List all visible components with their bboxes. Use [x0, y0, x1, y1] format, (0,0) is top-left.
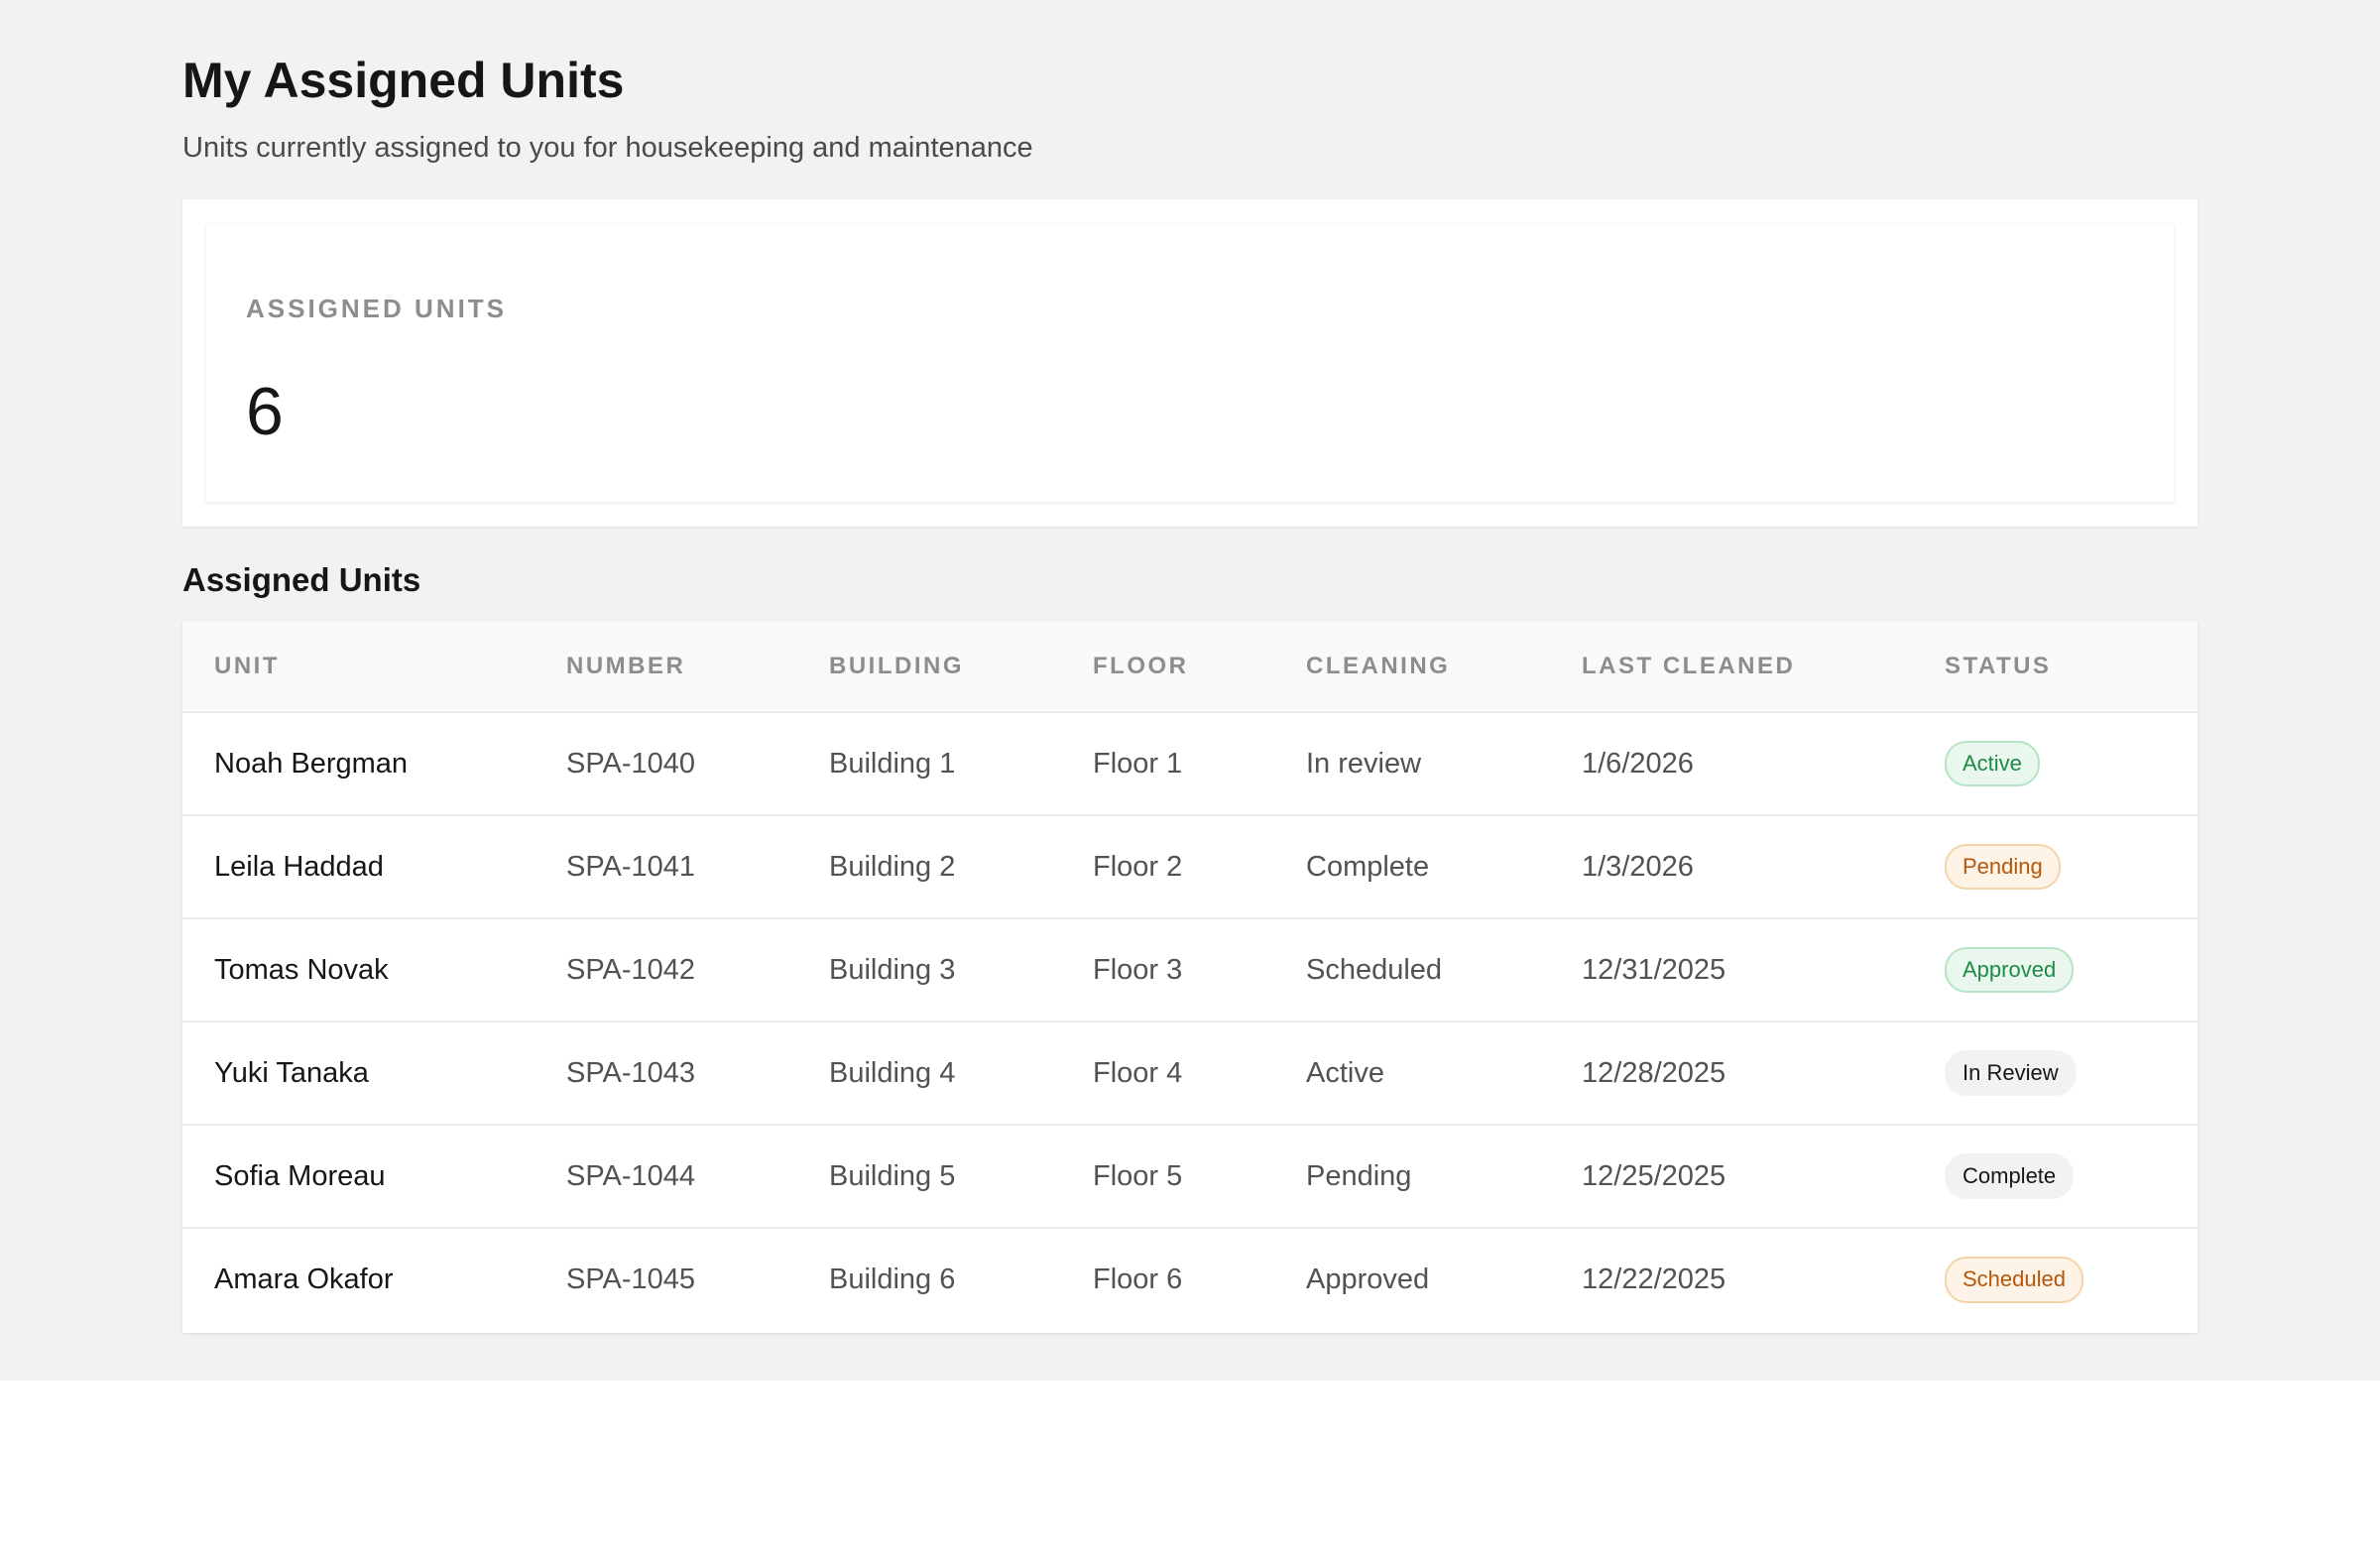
- column-header-status[interactable]: STATUS: [1913, 621, 2198, 712]
- column-header-last-cleaned[interactable]: LAST CLEANED: [1550, 621, 1913, 712]
- page-background: My Assigned Units Units currently assign…: [0, 0, 2380, 1381]
- status-badge: In Review: [1945, 1049, 2077, 1097]
- status-cell: Complete: [1913, 1125, 2198, 1228]
- stat-value: 6: [246, 374, 284, 449]
- page-subtitle: Units currently assigned to you for hous…: [182, 132, 1033, 164]
- units-table-container: UNIT NUMBER BUILDING FLOOR CLEANING LAST…: [182, 621, 2198, 1333]
- unit-cell: Sofia Moreau: [214, 1159, 386, 1192]
- last-cleaned-cell: 1/3/2026: [1582, 850, 1694, 883]
- status-badge: Scheduled: [1945, 1257, 2083, 1303]
- building-cell: Building 5: [829, 1159, 956, 1192]
- status-cell: Active: [1913, 712, 2198, 815]
- column-header-cleaning[interactable]: CLEANING: [1274, 621, 1550, 712]
- floor-cell: Floor 6: [1093, 1263, 1183, 1295]
- unit-cell: Yuki Tanaka: [214, 1056, 369, 1089]
- floor-cell: Floor 2: [1093, 850, 1183, 883]
- last-cleaned-cell: 1/6/2026: [1582, 747, 1694, 780]
- cleaning-cell: Pending: [1306, 1159, 1412, 1192]
- unit-cell: Noah Bergman: [214, 747, 409, 780]
- table-header-row: UNIT NUMBER BUILDING FLOOR CLEANING LAST…: [182, 621, 2198, 712]
- building-cell: Building 1: [829, 747, 956, 780]
- building-cell: Building 4: [829, 1056, 956, 1089]
- number-cell: SPA-1045: [566, 1263, 696, 1295]
- status-badge: Pending: [1945, 843, 2061, 891]
- last-cleaned-cell: 12/25/2025: [1582, 1159, 1726, 1192]
- building-cell: Building 3: [829, 953, 956, 986]
- page-title: My Assigned Units: [182, 53, 625, 108]
- units-table: UNIT NUMBER BUILDING FLOOR CLEANING LAST…: [182, 621, 2198, 1331]
- last-cleaned-cell: 12/31/2025: [1582, 953, 1726, 986]
- status-cell: In Review: [1913, 1022, 2198, 1125]
- number-cell: SPA-1043: [566, 1056, 696, 1089]
- cleaning-cell: In review: [1306, 747, 1422, 780]
- status-cell: Approved: [1913, 918, 2198, 1022]
- table-body: Noah Bergman SPA-1040 Building 1 Floor 1…: [182, 712, 2198, 1331]
- status-badge: Active: [1945, 740, 2040, 787]
- status-cell: Pending: [1913, 815, 2198, 918]
- floor-cell: Floor 5: [1093, 1159, 1183, 1192]
- number-cell: SPA-1042: [566, 953, 696, 986]
- floor-cell: Floor 4: [1093, 1056, 1183, 1089]
- cleaning-cell: Scheduled: [1306, 953, 1443, 986]
- table-row[interactable]: Amara Okafor SPA-1045 Building 6 Floor 6…: [182, 1228, 2198, 1331]
- cleaning-cell: Complete: [1306, 850, 1430, 883]
- building-cell: Building 6: [829, 1263, 956, 1295]
- column-header-floor[interactable]: FLOOR: [1061, 621, 1274, 712]
- stat-label: ASSIGNED UNITS: [246, 294, 508, 323]
- table-row[interactable]: Tomas Novak SPA-1042 Building 3 Floor 3 …: [182, 918, 2198, 1022]
- building-cell: Building 2: [829, 850, 956, 883]
- status-cell: Scheduled: [1913, 1228, 2198, 1331]
- assigned-units-stat-card: ASSIGNED UNITS 6: [206, 224, 2174, 502]
- unit-cell: Amara Okafor: [214, 1263, 394, 1295]
- table-row[interactable]: Yuki Tanaka SPA-1043 Building 4 Floor 4 …: [182, 1022, 2198, 1125]
- table-row[interactable]: Sofia Moreau SPA-1044 Building 5 Floor 5…: [182, 1125, 2198, 1228]
- floor-cell: Floor 3: [1093, 953, 1183, 986]
- last-cleaned-cell: 12/28/2025: [1582, 1056, 1726, 1089]
- section-title: Assigned Units: [182, 561, 421, 598]
- number-cell: SPA-1044: [566, 1159, 696, 1192]
- floor-cell: Floor 1: [1093, 747, 1183, 780]
- table-header: UNIT NUMBER BUILDING FLOOR CLEANING LAST…: [182, 621, 2198, 712]
- status-badge: Complete: [1945, 1152, 2075, 1200]
- column-header-building[interactable]: BUILDING: [797, 621, 1061, 712]
- unit-cell: Tomas Novak: [214, 953, 389, 986]
- column-header-number[interactable]: NUMBER: [535, 621, 797, 712]
- status-badge: Approved: [1945, 946, 2075, 994]
- table-row[interactable]: Noah Bergman SPA-1040 Building 1 Floor 1…: [182, 712, 2198, 815]
- unit-cell: Leila Haddad: [214, 850, 384, 883]
- stats-panel: ASSIGNED UNITS 6: [182, 199, 2198, 527]
- number-cell: SPA-1040: [566, 747, 696, 780]
- column-header-unit[interactable]: UNIT: [182, 621, 535, 712]
- cleaning-cell: Active: [1306, 1056, 1384, 1089]
- table-row[interactable]: Leila Haddad SPA-1041 Building 2 Floor 2…: [182, 815, 2198, 918]
- last-cleaned-cell: 12/22/2025: [1582, 1263, 1726, 1295]
- number-cell: SPA-1041: [566, 850, 696, 883]
- cleaning-cell: Approved: [1306, 1263, 1430, 1295]
